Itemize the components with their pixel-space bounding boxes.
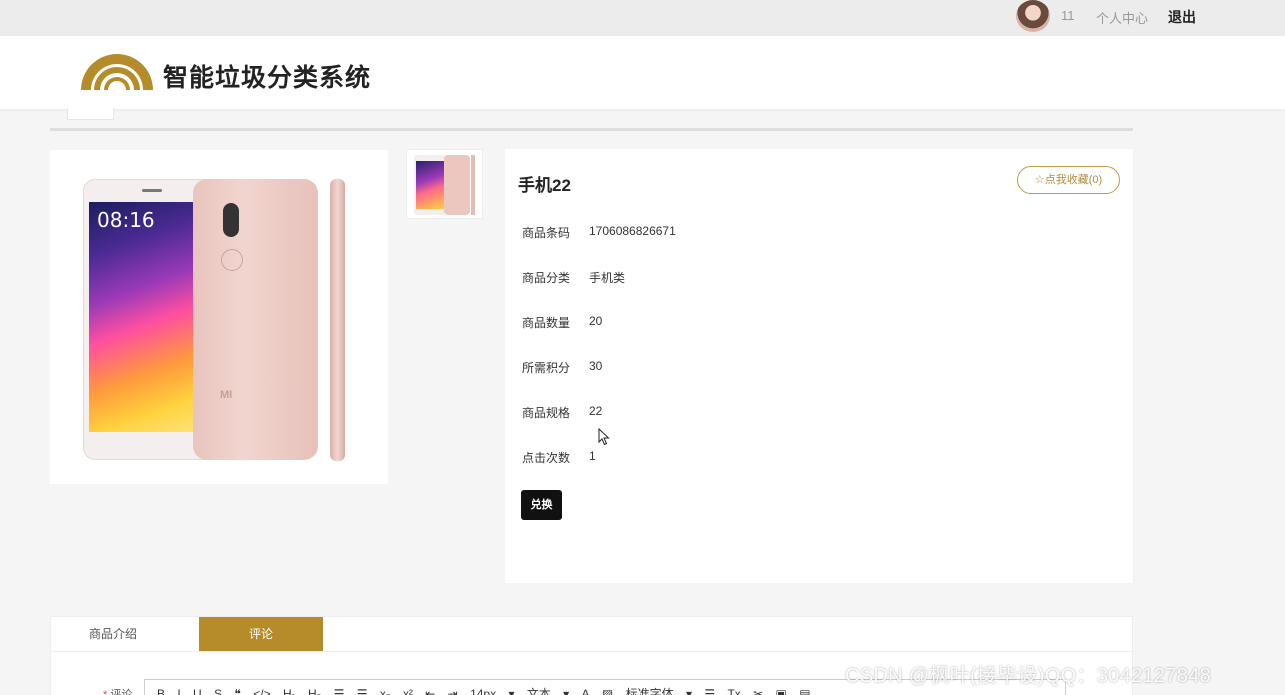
ordered-list-icon[interactable]: ☰ <box>334 680 345 695</box>
chevron-down-icon[interactable]: ▾ <box>563 680 569 695</box>
user-center-link[interactable]: 个人中心 <box>1096 8 1148 27</box>
image-icon[interactable]: ▣ <box>776 680 787 695</box>
field-value-clicks: 1 <box>589 449 596 463</box>
top-bar: 11 个人中心 退出 <box>0 0 1285 36</box>
thumb-screen <box>416 161 444 209</box>
field-label-category: 商品分类 <box>522 271 571 285</box>
mouse-cursor-icon <box>598 428 610 446</box>
clear-format-icon[interactable]: Tx <box>727 680 740 695</box>
camera <box>223 203 239 237</box>
heading1-icon[interactable]: H₁ <box>283 680 296 695</box>
outdent-icon[interactable]: ⇤ <box>425 680 435 695</box>
superscript-icon[interactable]: x² <box>403 680 413 695</box>
product-main-image[interactable]: 08:16 MI <box>50 150 388 484</box>
site-logo-icon <box>81 54 153 90</box>
field-value-quantity: 20 <box>589 314 603 328</box>
site-header: 智能垃圾分类系统 <box>0 36 1285 109</box>
tab-product-intro[interactable]: 商品介绍 <box>51 617 175 651</box>
field-label-clicks: 点击次数 <box>522 451 571 465</box>
thumb-front <box>414 155 446 215</box>
required-mark: * <box>103 689 108 695</box>
breadcrumb <box>67 108 114 120</box>
strike-icon[interactable]: S <box>214 680 222 695</box>
phone-brand-logo: MI <box>220 389 233 401</box>
site-title: 智能垃圾分类系统 <box>163 64 372 92</box>
fingerprint-sensor <box>221 249 243 271</box>
field-value-barcode: 1706086826671 <box>589 224 676 238</box>
cut-icon[interactable]: ✂ <box>753 680 763 695</box>
phone-clock: 08:16 <box>97 208 155 232</box>
italic-icon[interactable]: I <box>177 680 180 695</box>
thumb-back <box>444 155 470 215</box>
field-label-points: 所需积分 <box>522 361 571 375</box>
chevron-down-icon[interactable]: ▾ <box>508 680 514 695</box>
comment-label-text: 评论 <box>110 689 133 695</box>
phone-back-image: MI <box>193 179 318 460</box>
watermark: CSDN @枫叶(接毕设)QQ：3042127848 <box>845 665 1211 687</box>
field-label-barcode: 商品条码 <box>522 226 571 240</box>
chevron-down-icon[interactable]: ▾ <box>686 680 692 695</box>
field-value-category: 手机类 <box>589 271 626 285</box>
align-icon[interactable]: ☰ <box>704 680 715 695</box>
font-color-icon[interactable]: A <box>582 680 590 695</box>
field-label-quantity: 商品数量 <box>522 316 571 330</box>
product-info-panel: 手机22 ☆点我收藏(0) 商品条码 1706086826671 商品分类 手机… <box>505 149 1133 583</box>
product-title: 手机22 <box>518 176 571 195</box>
heading2-icon[interactable]: H₂ <box>308 680 321 695</box>
underline-icon[interactable]: U <box>193 680 202 695</box>
quote-icon[interactable]: ❝ <box>234 680 240 695</box>
comment-label: * 评论 <box>103 686 132 695</box>
user-id: 11 <box>1061 8 1075 23</box>
thumb-side <box>471 155 475 215</box>
user-avatar[interactable] <box>1016 0 1050 32</box>
product-thumbnail[interactable] <box>406 149 483 219</box>
phone-speaker <box>142 189 162 192</box>
field-value-spec: 22 <box>589 404 603 418</box>
font-size-select[interactable]: 14px <box>470 680 496 695</box>
font-family-select[interactable]: 标准字体 <box>626 680 674 695</box>
video-icon[interactable]: ▤ <box>799 680 810 695</box>
indent-icon[interactable]: ⇥ <box>448 680 458 695</box>
field-value-points: 30 <box>589 359 603 373</box>
bullet-list-icon[interactable]: ☰ <box>357 680 368 695</box>
redeem-button[interactable]: 兑换 <box>521 490 562 520</box>
text-format-select[interactable]: 文本 <box>527 680 551 695</box>
logout-link[interactable]: 退出 <box>1168 7 1196 27</box>
field-label-spec: 商品规格 <box>522 406 571 420</box>
bold-icon[interactable]: B <box>157 680 165 695</box>
tab-comments[interactable]: 评论 <box>199 617 323 651</box>
code-icon[interactable]: </> <box>253 680 270 695</box>
phone-side-image <box>330 179 345 461</box>
tab-divider <box>51 651 1134 652</box>
divider <box>50 128 1133 131</box>
subscript-icon[interactable]: x₂ <box>380 680 391 695</box>
background-color-icon[interactable]: ▨ <box>602 680 613 695</box>
favorite-button[interactable]: ☆点我收藏(0) <box>1017 166 1120 194</box>
